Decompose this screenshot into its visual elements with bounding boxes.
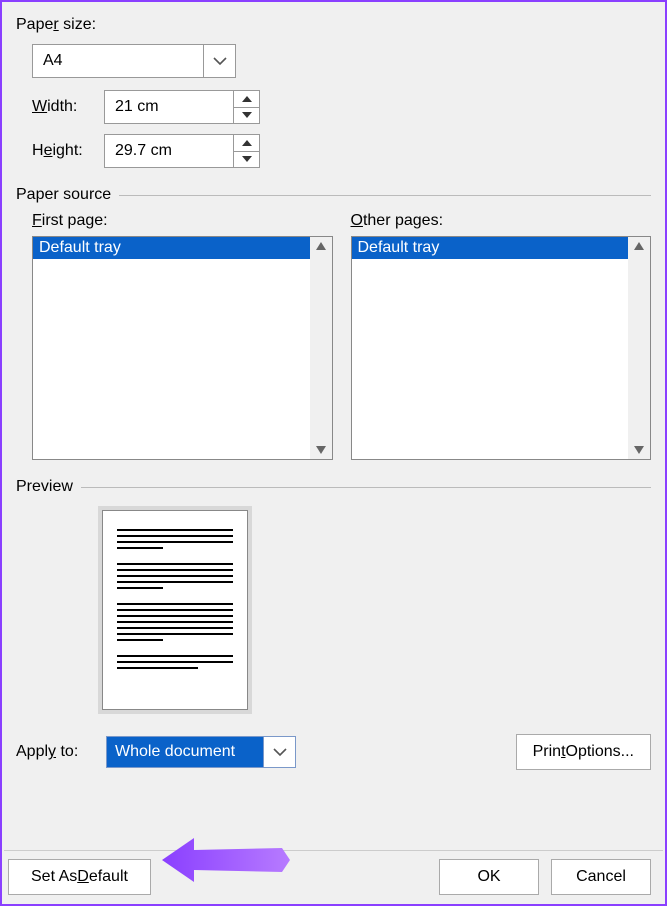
width-spin-down[interactable] [234, 107, 259, 124]
scroll-up-icon[interactable] [315, 241, 327, 251]
scroll-up-icon[interactable] [633, 241, 645, 251]
paper-size-dropdown[interactable]: A4 [32, 44, 236, 78]
txt: irst page: [42, 212, 108, 229]
chevron-down-icon[interactable] [203, 45, 235, 77]
other-pages-listbox[interactable]: Default tray [351, 236, 652, 460]
txt: ther pages: [363, 212, 443, 229]
txt: Set As [31, 868, 77, 886]
height-label: Height: [32, 142, 104, 160]
apply-to-dropdown[interactable]: Whole document [106, 736, 296, 768]
dialog-footer: Set As Default OK Cancel [4, 850, 663, 902]
txt: efault [89, 868, 128, 886]
height-spinbox[interactable]: 29.7 cm [104, 134, 260, 168]
txt: D [77, 868, 89, 886]
txt: Appl [16, 743, 48, 760]
txt: to: [56, 743, 78, 760]
txt: size: [59, 16, 96, 33]
paper-size-label: Paper size: [16, 16, 96, 34]
scroll-down-icon[interactable] [315, 445, 327, 455]
paper-source-title: Paper source [16, 186, 111, 204]
txt: Options... [566, 743, 634, 761]
width-spin-up[interactable] [234, 91, 259, 107]
paper-size-value: A4 [33, 45, 203, 77]
txt: ight: [52, 142, 82, 159]
txt: y [48, 743, 56, 760]
scroll-down-icon[interactable] [633, 445, 645, 455]
width-spinbox[interactable]: 21 cm [104, 90, 260, 124]
txt: H [32, 142, 44, 159]
set-as-default-button[interactable]: Set As Default [8, 859, 151, 895]
print-options-button[interactable]: Print Options... [516, 734, 651, 770]
width-label: Width: [32, 98, 104, 116]
other-pages-label: Other pages: [351, 212, 652, 230]
txt: idth: [47, 98, 77, 115]
txt: Prin [533, 743, 561, 761]
first-page-label: First page: [32, 212, 333, 230]
first-page-listbox[interactable]: Default tray [32, 236, 333, 460]
preview-title: Preview [16, 478, 73, 496]
height-value[interactable]: 29.7 cm [105, 135, 233, 167]
preview-page [102, 510, 248, 710]
divider [81, 487, 651, 488]
scrollbar[interactable] [628, 237, 650, 459]
width-value[interactable]: 21 cm [105, 91, 233, 123]
height-spin-up[interactable] [234, 135, 259, 151]
txt: W [32, 98, 47, 115]
apply-to-label: Apply to: [16, 743, 106, 761]
txt: F [32, 212, 42, 229]
chevron-down-icon[interactable] [263, 737, 295, 767]
height-spin-down[interactable] [234, 151, 259, 168]
scrollbar[interactable] [310, 237, 332, 459]
divider [119, 195, 651, 196]
ok-button[interactable]: OK [439, 859, 539, 895]
apply-to-value: Whole document [107, 737, 263, 767]
cancel-button[interactable]: Cancel [551, 859, 651, 895]
list-item[interactable]: Default tray [33, 237, 310, 259]
txt: O [351, 212, 363, 229]
txt: Pape [16, 16, 53, 33]
list-item[interactable]: Default tray [352, 237, 629, 259]
